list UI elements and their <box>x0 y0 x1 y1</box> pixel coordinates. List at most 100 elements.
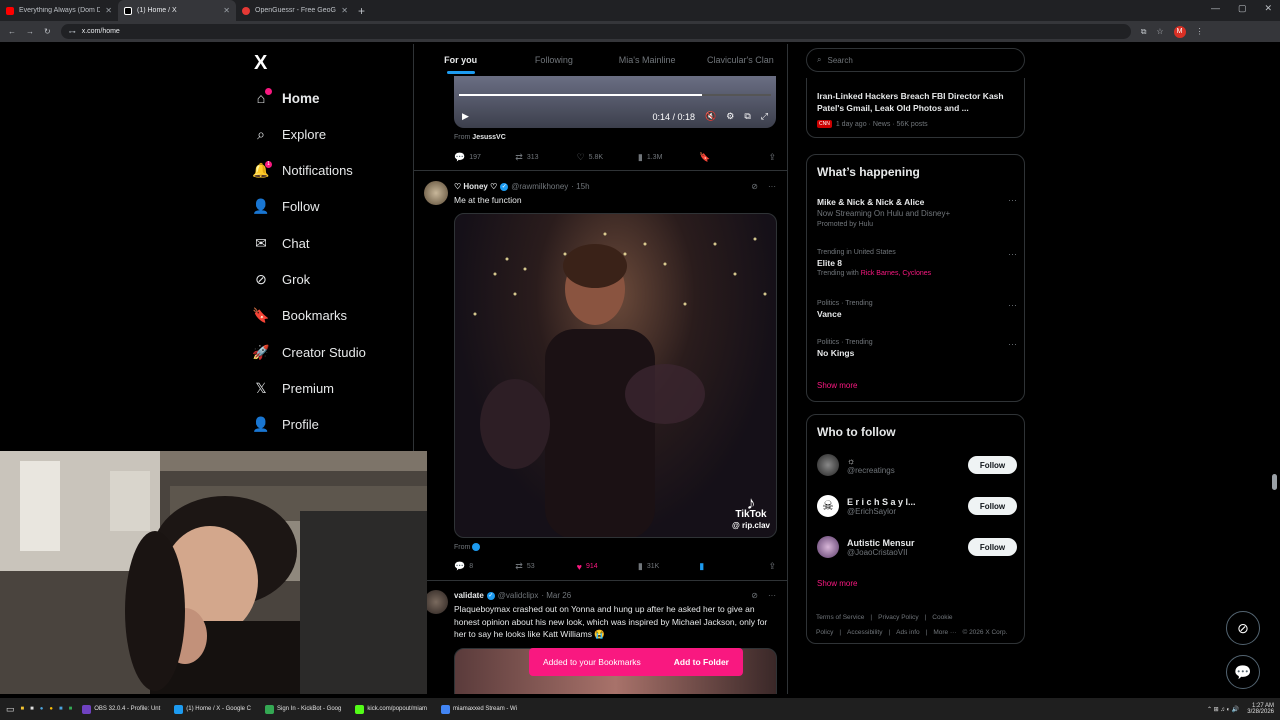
sidebar-item-premium[interactable]: 𝕏 Premium <box>253 377 334 399</box>
pip-icon[interactable]: ⧉ <box>744 111 750 122</box>
tray-icons[interactable]: ⌃ ⊞ ♫ ◐ 🔊 <box>1207 706 1239 713</box>
close-window-button[interactable]: ✕ <box>1264 3 1272 14</box>
footer-link[interactable]: © 2026 X Corp. <box>962 629 1007 636</box>
taskbar-app[interactable]: (1) Home / X - Google C <box>170 700 255 718</box>
scrollbar-thumb[interactable] <box>1272 474 1277 490</box>
like-button[interactable]: ♥ 914 <box>577 562 638 572</box>
grok-icon[interactable]: ⊘ <box>751 182 758 191</box>
repost-button[interactable]: ⇄ 53 <box>515 561 576 572</box>
reply-button[interactable]: 💬 8 <box>454 561 515 572</box>
author-handle[interactable]: @rawmilkhoney <box>511 182 568 191</box>
more-icon[interactable]: ··· <box>768 182 776 191</box>
bookmark-button[interactable]: ▮ <box>699 561 760 572</box>
more-icon[interactable]: ··· <box>768 591 776 600</box>
share-button[interactable]: ⇪ <box>768 561 776 572</box>
trend-item[interactable]: Politics · Trending No Kings ··· <box>817 339 1017 360</box>
close-icon[interactable]: ✕ <box>341 6 348 15</box>
settings-icon[interactable]: ⚙ <box>726 111 734 122</box>
video-player[interactable]: ▶ 0:14 / 0:18 🔇 ⚙ ⧉ ⤢ <box>454 76 776 128</box>
reply-button[interactable]: 💬 197 <box>454 152 515 163</box>
extension-icon[interactable]: ⧉ <box>1141 27 1147 37</box>
video-progress-bar[interactable] <box>459 94 771 96</box>
like-button[interactable]: ♡ 5.8K <box>577 152 638 163</box>
close-icon[interactable]: ✕ <box>105 6 112 15</box>
add-to-folder-button[interactable]: Add to Folder <box>674 657 729 667</box>
browser-tab-openguessr[interactable]: OpenGuessr - Free GeoGue ✕ <box>236 0 354 21</box>
follow-button[interactable]: Follow <box>968 538 1017 556</box>
more-icon[interactable]: ··· <box>1008 300 1017 310</box>
sidebar-item-bookmarks[interactable]: 🔖 Bookmarks <box>252 305 347 327</box>
x-logo[interactable]: X <box>254 52 267 75</box>
sidebar-item-profile[interactable]: 👤 Profile <box>252 414 319 436</box>
app-icon[interactable]: ■ <box>69 706 73 712</box>
back-icon[interactable]: ← <box>8 27 16 36</box>
footer-link[interactable]: Ads info <box>896 629 920 636</box>
play-icon[interactable]: ▶ <box>462 111 469 122</box>
avatar[interactable] <box>817 536 839 558</box>
tab-claviculars-clan[interactable]: Clavicular's Clan <box>694 55 787 65</box>
views-button[interactable]: ▮ 1.3M <box>638 152 699 163</box>
file-explorer-icon[interactable]: ■ <box>21 706 25 712</box>
trend-item[interactable]: Trending in United States Elite 8 Trendi… <box>817 249 1017 277</box>
tab-for-you[interactable]: For you <box>414 55 507 74</box>
views-button[interactable]: ▮ 31K <box>638 561 699 572</box>
volume-icon[interactable]: 🔇 <box>705 111 716 122</box>
follow-button[interactable]: Follow <box>968 456 1017 474</box>
chat-fab[interactable]: 💬 <box>1226 655 1260 689</box>
sidebar-item-notifications[interactable]: 🔔 1 Notifications <box>252 160 353 182</box>
taskbar-app[interactable]: OBS 32.0.4 - Profile: Unt <box>78 700 164 718</box>
share-button[interactable]: ⇪ <box>768 152 776 163</box>
post-time[interactable]: · 15h <box>571 182 589 191</box>
tab-mias-mainline[interactable]: Mia's Mainline <box>601 55 694 65</box>
show-more-link[interactable]: Show more <box>817 381 857 390</box>
sidebar-item-explore[interactable]: ⌕ Explore <box>253 123 326 145</box>
bookmark-button[interactable]: 🔖 <box>699 152 760 163</box>
follow-button[interactable]: Follow <box>968 497 1017 515</box>
more-icon[interactable]: ··· <box>1008 249 1017 259</box>
new-tab-button[interactable]: + <box>358 4 365 18</box>
url-field[interactable]: ⊶ x.com/home <box>60 24 1131 39</box>
more-icon[interactable]: ··· <box>1008 195 1017 205</box>
skull-avatar-icon[interactable]: ☠ <box>817 495 839 517</box>
taskbar-app[interactable]: Sign In - KickBot - Goog <box>261 700 345 718</box>
trend-item[interactable]: Mike & Nick & Nick & Alice Now Streaming… <box>817 195 1017 228</box>
show-more-link[interactable]: Show more <box>817 579 857 588</box>
sidebar-item-follow[interactable]: 👤 Follow <box>252 196 319 218</box>
reload-icon[interactable]: ↻ <box>44 27 51 36</box>
site-info-icon[interactable]: ⊶ <box>69 28 76 36</box>
sidebar-item-home[interactable]: ⌂ Home <box>253 87 320 109</box>
trend-item[interactable]: Politics · Trending Vance ··· <box>817 300 1017 321</box>
copilot-icon[interactable]: ● <box>40 706 44 712</box>
store-icon[interactable]: ■ <box>30 706 34 712</box>
footer-link[interactable]: Terms of Service <box>816 614 864 621</box>
taskbar-app[interactable]: miamaxxed Stream - Wi <box>437 700 521 718</box>
sidebar-item-grok[interactable]: ⊘ Grok <box>253 269 310 291</box>
repost-button[interactable]: ⇄ 313 <box>515 152 576 163</box>
forward-icon[interactable]: → <box>26 27 34 36</box>
browser-tab-youtube[interactable]: Everything Always (Dom D ✕ <box>0 0 118 21</box>
profile-avatar[interactable]: M <box>1173 25 1186 38</box>
sidebar-item-chat[interactable]: ✉ Chat <box>253 232 309 254</box>
tab-following[interactable]: Following <box>507 55 600 65</box>
taskbar-app[interactable]: kick.com/popout/miam <box>351 700 431 718</box>
bookmark-star-icon[interactable]: ☆ <box>1156 27 1163 36</box>
footer-link[interactable]: Privacy Policy <box>878 614 918 621</box>
author-name[interactable]: validate <box>454 591 484 600</box>
menu-icon[interactable]: ⋮ <box>1196 27 1204 36</box>
source-link[interactable]: JesussVC <box>472 134 505 141</box>
chrome-icon[interactable]: ● <box>49 706 53 712</box>
search-input[interactable]: ⌕ Search <box>806 48 1025 72</box>
footer-link[interactable]: More ··· <box>933 629 956 636</box>
fullscreen-icon[interactable]: ⤢ <box>761 111 768 122</box>
news-card[interactable]: Iran-Linked Hackers Breach FBI Director … <box>806 78 1025 138</box>
grok-icon[interactable]: ⊘ <box>751 591 758 600</box>
browser-tab-x[interactable]: (1) Home / X ✕ <box>118 0 236 21</box>
avatar[interactable] <box>424 590 448 614</box>
clock[interactable]: 1:27 AM 3/28/2026 <box>1247 703 1274 715</box>
avatar[interactable] <box>424 181 448 205</box>
more-icon[interactable]: ··· <box>1008 339 1017 349</box>
app-icon[interactable]: ■ <box>59 706 63 712</box>
grok-fab[interactable]: ⊘ <box>1226 611 1260 645</box>
author-handle[interactable]: @validclipx <box>498 591 539 600</box>
post-video[interactable]: ♪ TikTok @ rip.clav <box>454 213 777 538</box>
